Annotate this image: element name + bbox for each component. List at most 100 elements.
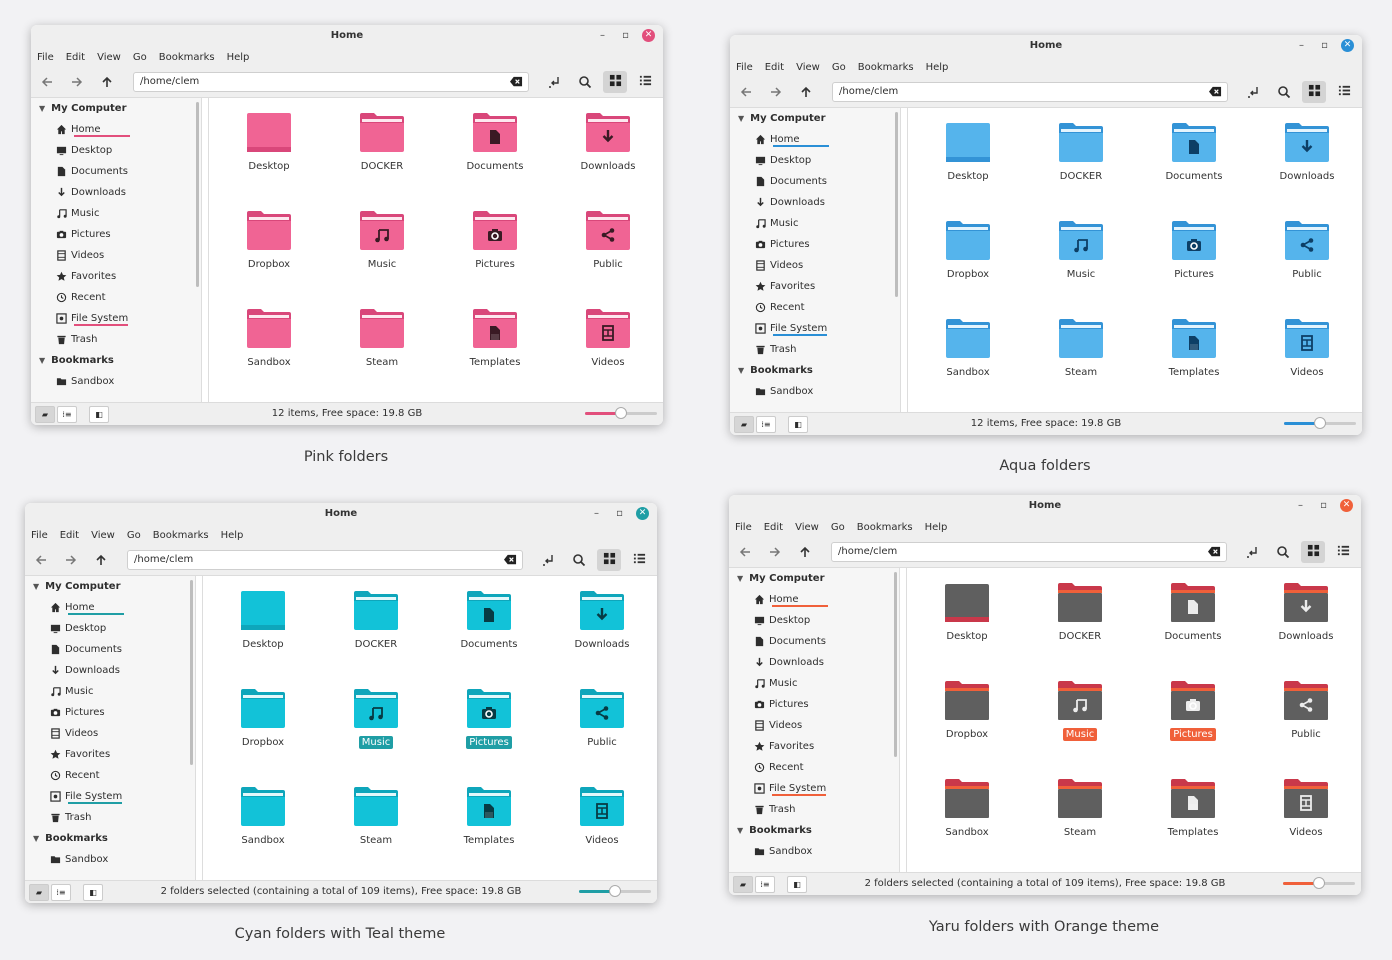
sidebar-item-home[interactable]: Home — [31, 119, 201, 140]
sidebar-section-my-computer[interactable]: ▼ My Computer — [31, 98, 201, 119]
minimize-icon[interactable]: – — [590, 507, 603, 520]
sidebar-item-file-system[interactable]: File System — [729, 778, 899, 799]
list-view-button[interactable] — [633, 71, 657, 93]
back-arrow-icon[interactable] — [33, 552, 49, 568]
toggle-location-icon[interactable] — [1246, 84, 1262, 100]
file-item-pictures[interactable]: Pictures — [439, 688, 539, 749]
maximize-icon[interactable]: ▫ — [619, 29, 632, 42]
file-item-public[interactable]: Public — [1257, 220, 1357, 281]
file-item-templates[interactable]: Templates — [1143, 778, 1243, 839]
chevron-down-icon[interactable]: ▼ — [737, 826, 743, 835]
file-item-dropbox[interactable]: Dropbox — [219, 210, 319, 271]
file-item-sandbox[interactable]: Sandbox — [213, 786, 313, 847]
file-item-videos[interactable]: Videos — [552, 786, 652, 847]
file-item-docker[interactable]: DOCKER — [332, 112, 432, 173]
title-bar[interactable]: Home – ▫ ✕ — [729, 495, 1361, 517]
file-item-downloads[interactable]: Downloads — [558, 112, 658, 173]
title-bar[interactable]: Home – ▫ ✕ — [25, 503, 657, 525]
file-view[interactable]: Desktop DOCKER Documents Downloads Dropbox Mu… — [907, 108, 1362, 413]
chevron-down-icon[interactable]: ▼ — [33, 582, 39, 591]
file-item-docker[interactable]: DOCKER — [1030, 582, 1130, 643]
list-view-button[interactable] — [1331, 541, 1355, 563]
file-item-dropbox[interactable]: Dropbox — [213, 688, 313, 749]
file-item-downloads[interactable]: Downloads — [1257, 122, 1357, 183]
file-item-steam[interactable]: Steam — [332, 308, 432, 369]
sidebar-item-sandbox[interactable]: Sandbox — [730, 381, 900, 402]
file-item-music[interactable]: Music — [332, 210, 432, 271]
file-item-music[interactable]: Music — [1030, 680, 1130, 741]
sidebar-section-bookmarks[interactable]: ▼ Bookmarks — [25, 828, 195, 849]
sidebar-item-desktop[interactable]: Desktop — [729, 610, 899, 631]
maximize-icon[interactable]: ▫ — [1317, 499, 1330, 512]
up-arrow-icon[interactable] — [93, 552, 109, 568]
sidebar-item-trash[interactable]: Trash — [729, 799, 899, 820]
forward-arrow-icon[interactable] — [63, 552, 79, 568]
zoom-slider-handle[interactable] — [609, 885, 621, 897]
title-bar[interactable]: Home – ▫ ✕ — [31, 25, 663, 47]
clear-location-icon[interactable] — [504, 554, 517, 566]
clear-location-icon[interactable] — [1209, 86, 1222, 98]
menu-help[interactable]: Help — [227, 52, 250, 63]
file-item-downloads[interactable]: Downloads — [552, 590, 652, 651]
chevron-down-icon[interactable]: ▼ — [33, 834, 39, 843]
location-bar[interactable]: /home/clem — [133, 72, 529, 92]
file-item-pictures[interactable]: Pictures — [1144, 220, 1244, 281]
menu-bookmarks[interactable]: Bookmarks — [858, 62, 914, 73]
file-item-steam[interactable]: Steam — [326, 786, 426, 847]
menu-edit[interactable]: Edit — [66, 52, 85, 63]
menu-go[interactable]: Go — [127, 530, 141, 541]
file-item-desktop[interactable]: Desktop — [917, 582, 1017, 643]
file-item-public[interactable]: Public — [1256, 680, 1356, 741]
location-bar[interactable]: /home/clem — [832, 82, 1228, 102]
icon-view-button[interactable] — [1302, 81, 1326, 103]
zoom-slider-handle[interactable] — [1314, 417, 1326, 429]
zoom-slider[interactable] — [585, 407, 657, 419]
file-item-music[interactable]: Music — [1031, 220, 1131, 281]
file-item-sandbox[interactable]: Sandbox — [918, 318, 1018, 379]
sidebar-section-bookmarks[interactable]: ▼ Bookmarks — [31, 350, 201, 371]
minimize-icon[interactable]: – — [596, 29, 609, 42]
clear-location-icon[interactable] — [510, 76, 523, 88]
menu-file[interactable]: File — [37, 52, 54, 63]
sidebar-item-sandbox[interactable]: Sandbox — [729, 841, 899, 862]
sidebar-item-recent[interactable]: Recent — [25, 765, 195, 786]
title-bar[interactable]: Home – ▫ ✕ — [730, 35, 1362, 57]
sidebar-section-bookmarks[interactable]: ▼ Bookmarks — [729, 820, 899, 841]
file-item-documents[interactable]: Documents — [1144, 122, 1244, 183]
menu-file[interactable]: File — [735, 522, 752, 533]
menu-edit[interactable]: Edit — [60, 530, 79, 541]
up-arrow-icon[interactable] — [99, 74, 115, 90]
file-view[interactable]: Desktop DOCKER Documents Downloads Dropbox Mu… — [202, 576, 657, 881]
file-item-templates[interactable]: Templates — [1144, 318, 1244, 379]
file-item-documents[interactable]: Documents — [445, 112, 545, 173]
sidebar-item-sandbox[interactable]: Sandbox — [31, 371, 201, 392]
search-icon[interactable] — [577, 74, 593, 90]
sidebar-item-downloads[interactable]: Downloads — [729, 652, 899, 673]
file-item-public[interactable]: Public — [552, 688, 652, 749]
search-icon[interactable] — [1275, 544, 1291, 560]
file-item-downloads[interactable]: Downloads — [1256, 582, 1356, 643]
minimize-icon[interactable]: – — [1294, 499, 1307, 512]
close-icon[interactable]: ✕ — [642, 29, 655, 42]
file-item-public[interactable]: Public — [558, 210, 658, 271]
sidebar-item-desktop[interactable]: Desktop — [31, 140, 201, 161]
sidebar-item-favorites[interactable]: Favorites — [730, 276, 900, 297]
sidebar-section-my-computer[interactable]: ▼ My Computer — [25, 576, 195, 597]
close-icon[interactable]: ✕ — [636, 507, 649, 520]
icon-view-button[interactable] — [603, 71, 627, 93]
file-item-pictures[interactable]: Pictures — [445, 210, 545, 271]
sidebar-item-videos[interactable]: Videos — [31, 245, 201, 266]
menu-file[interactable]: File — [31, 530, 48, 541]
sidebar-item-desktop[interactable]: Desktop — [730, 150, 900, 171]
file-item-sandbox[interactable]: Sandbox — [219, 308, 319, 369]
search-icon[interactable] — [571, 552, 587, 568]
menu-bookmarks[interactable]: Bookmarks — [153, 530, 209, 541]
back-arrow-icon[interactable] — [39, 74, 55, 90]
sidebar-item-music[interactable]: Music — [730, 213, 900, 234]
sidebar-item-downloads[interactable]: Downloads — [730, 192, 900, 213]
sidebar-item-documents[interactable]: Documents — [31, 161, 201, 182]
toggle-location-icon[interactable] — [547, 74, 563, 90]
sidebar-item-recent[interactable]: Recent — [729, 757, 899, 778]
maximize-icon[interactable]: ▫ — [613, 507, 626, 520]
sidebar-item-trash[interactable]: Trash — [31, 329, 201, 350]
